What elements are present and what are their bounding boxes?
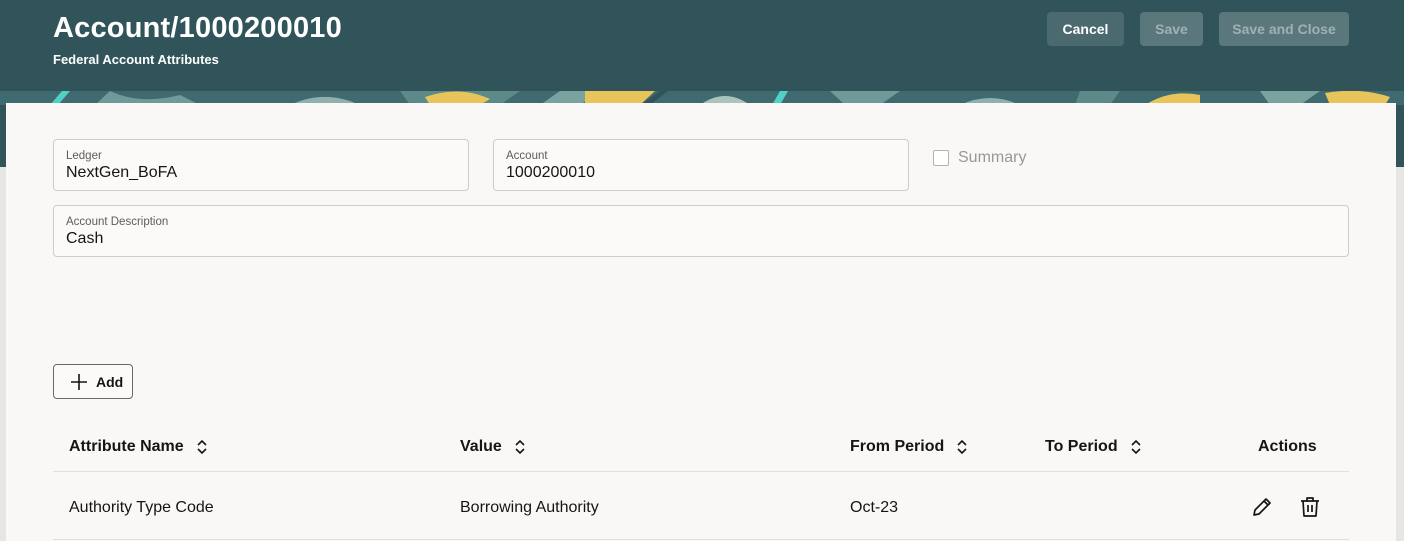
sort-arrows-icon[interactable]: [514, 439, 526, 455]
account-label: Account: [506, 150, 548, 162]
ledger-value: NextGen_BoFA: [66, 164, 178, 181]
account-description-field[interactable]: Account Description Cash: [53, 205, 1349, 257]
account-field[interactable]: Account 1000200010: [493, 139, 909, 191]
add-label: Add: [96, 373, 124, 390]
header-divider: [53, 471, 1349, 472]
column-header-label: Attribute Name: [69, 438, 184, 455]
column-header-value[interactable]: Value: [460, 438, 526, 456]
add-button[interactable]: Add: [53, 364, 133, 399]
column-header-label: Actions: [1258, 438, 1317, 455]
page-subtitle: Federal Account Attributes: [53, 52, 219, 67]
trash-icon[interactable]: [1298, 495, 1322, 519]
sort-arrows-icon[interactable]: [956, 439, 968, 455]
cancel-button[interactable]: Cancel: [1047, 12, 1124, 46]
cell-attribute-name: Authority Type Code: [69, 499, 214, 516]
summary-checkbox-group[interactable]: Summary: [933, 149, 1026, 167]
column-header-label: To Period: [1045, 438, 1118, 455]
pencil-icon[interactable]: [1250, 495, 1274, 519]
cell-from-period: Oct-23: [850, 499, 899, 516]
ledger-field[interactable]: Ledger NextGen_BoFA: [53, 139, 469, 191]
form-card: Ledger NextGen_BoFA Account 1000200010 S…: [6, 103, 1396, 541]
account-value: 1000200010: [506, 164, 595, 181]
column-header-actions: Actions: [1258, 438, 1317, 456]
cell-value: Borrowing Authority: [460, 499, 599, 516]
column-header-label: From Period: [850, 438, 945, 455]
ledger-label: Ledger: [66, 150, 102, 162]
plus-icon: [71, 373, 87, 390]
row-divider: [53, 539, 1349, 540]
column-header-label: Value: [460, 438, 502, 455]
page-title: Account/1000200010: [53, 12, 342, 44]
save-and-close-button[interactable]: Save and Close: [1219, 12, 1349, 46]
checkbox-unchecked-icon[interactable]: [933, 150, 949, 166]
column-header-from-period[interactable]: From Period: [850, 438, 968, 456]
sort-arrows-icon[interactable]: [1130, 439, 1142, 455]
column-header-attribute-name[interactable]: Attribute Name: [69, 438, 208, 456]
summary-label: Summary: [958, 149, 1027, 166]
column-header-to-period[interactable]: To Period: [1045, 438, 1142, 456]
account-description-label: Account Description: [66, 216, 169, 228]
save-button[interactable]: Save: [1140, 12, 1203, 46]
sort-arrows-icon[interactable]: [196, 439, 208, 455]
account-description-value: Cash: [66, 230, 104, 247]
